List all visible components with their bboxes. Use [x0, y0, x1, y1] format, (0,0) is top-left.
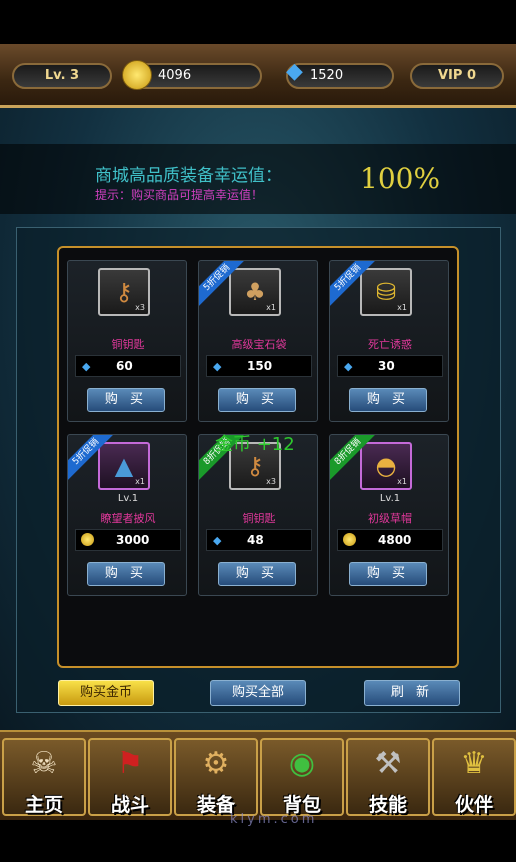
item-price: 3000 [116, 533, 150, 547]
buy-button[interactable]: 购 买 [218, 562, 296, 586]
gem-icon: ◆ [213, 534, 222, 547]
item-price: 60 [116, 359, 133, 373]
item-quantity: x1 [397, 477, 407, 486]
refresh-button[interactable]: 刷 新 [364, 680, 460, 706]
key-icon[interactable]: ⚷ x3 [98, 268, 150, 316]
gem-icon: ◆ [286, 59, 303, 84]
nav-tab[interactable]: ⚒ 技能 [346, 738, 430, 816]
buy-button[interactable]: 购 买 [349, 388, 427, 412]
item-price: 4800 [378, 533, 412, 547]
gem-bag-icon[interactable]: ♣ x1 [229, 268, 281, 316]
level-pill: Lv. 3 [12, 63, 112, 89]
item-quantity: x1 [397, 303, 407, 312]
item-quantity: x3 [135, 303, 145, 312]
shop-item-card: ◓ x1 Lv.1 初级草帽 4800 购 买 8折促销 [329, 434, 449, 596]
shop-item-card: ♣ x1 高级宝石袋 ◆ 150 购 买 5折促销 [198, 260, 318, 422]
gold-pill: 4096 [122, 60, 262, 90]
vip-text: VIP 0 [438, 68, 476, 83]
item-quantity: x1 [135, 477, 145, 486]
item-name: 瞭望者披风 [100, 512, 156, 525]
gem-icon: ◆ [82, 360, 91, 373]
item-name: 高级宝石袋 [231, 338, 287, 351]
item-level: Lv.1 [379, 493, 401, 504]
item-name: 初级草帽 [368, 512, 412, 525]
nav-tab-label: 技能 [368, 794, 407, 816]
buy-button[interactable]: 购 买 [349, 562, 427, 586]
nav-tab[interactable]: ⚙ 装备 [174, 738, 258, 816]
gem-icon: ◆ [213, 360, 222, 373]
cloak-icon[interactable]: ▲ x1 [98, 442, 150, 490]
luck-value: 100% [360, 162, 441, 195]
item-name: 死亡诱惑 [368, 338, 412, 351]
watermark: klym.com [230, 812, 318, 827]
luck-panel: 商城高品质装备幸运值： 提示：购买商品可提高幸运值！ 100% [0, 144, 516, 214]
item-price: 150 [247, 359, 273, 373]
pirate-flag-icon: ⚑ [116, 746, 144, 781]
top-black-bar [0, 0, 516, 44]
item-name: 铜钥匙 [111, 338, 145, 351]
item-price-box: ◆ 60 [75, 355, 181, 377]
item-price-box: ◆ 30 [337, 355, 443, 377]
bottom-nav: ☠ 主页 ⚑ 战斗 ⚙ 装备 ◉ 背包 ⚒ 技能 ♛ 伙伴 [0, 730, 516, 820]
nav-tab[interactable]: ⚑ 战斗 [88, 738, 172, 816]
gem-pill: ◆ 1520 [286, 59, 394, 89]
gem-amount: 1520 [310, 68, 344, 83]
buy-gold-button[interactable]: 购买金币 [58, 680, 154, 706]
skull-hat-icon: ☠ [30, 746, 58, 781]
shop-item-card: ⚷ x3 铜钥匙 ◆ 48 购 买 8折促销 [198, 434, 318, 596]
hammer-icon: ⚒ [374, 746, 402, 781]
nav-tab-label: 主页 [24, 794, 63, 816]
gold-amount: 4096 [158, 68, 192, 83]
bag-icon: ◉ [288, 746, 316, 781]
buy-button[interactable]: 购 买 [87, 562, 165, 586]
treasure-icon[interactable]: ⛁ x1 [360, 268, 412, 316]
gold-coin-icon [122, 60, 152, 90]
nav-tab[interactable]: ☠ 主页 [2, 738, 86, 816]
nav-tab[interactable]: ♛ 伙伴 [432, 738, 516, 816]
shop-item-card: ⛁ x1 死亡诱惑 ◆ 30 购 买 5折促销 [329, 260, 449, 422]
shop-item-card: ⚷ x3 铜钥匙 ◆ 60 购 买 [67, 260, 187, 422]
floating-gold-text: 金币 +12 [215, 434, 295, 455]
item-price-box: 4800 [337, 529, 443, 551]
item-price-box: ◆ 150 [206, 355, 312, 377]
item-price-box: 3000 [75, 529, 181, 551]
buy-all-button[interactable]: 购买全部 [210, 680, 306, 706]
nav-tab-label: 伙伴 [454, 794, 493, 816]
gold-coin-icon [81, 533, 94, 546]
item-name: 铜钥匙 [242, 512, 276, 525]
shop-item-card: ▲ x1 Lv.1 瞭望者披风 3000 购 买 5折促销 [67, 434, 187, 596]
straw-hat-icon[interactable]: ◓ x1 [360, 442, 412, 490]
equipment-icon: ⚙ [202, 746, 230, 781]
item-quantity: x3 [266, 477, 276, 486]
buy-button[interactable]: 购 买 [87, 388, 165, 412]
item-price-box: ◆ 48 [206, 529, 312, 551]
item-level: Lv.1 [117, 493, 139, 504]
item-quantity: x1 [266, 303, 276, 312]
nav-tab-label: 战斗 [110, 794, 149, 816]
status-bar: Lv. 3 4096 ◆ 1520 VIP 0 [0, 44, 516, 108]
nav-tab[interactable]: ◉ 背包 [260, 738, 344, 816]
vip-pill[interactable]: VIP 0 [410, 63, 504, 89]
gold-coin-icon [343, 533, 356, 546]
buy-button[interactable]: 购 买 [218, 388, 296, 412]
item-price: 48 [247, 533, 264, 547]
luck-hint: 提示：购买商品可提高幸运值！ [95, 188, 264, 202]
luck-title: 商城高品质装备幸运值： [95, 166, 282, 186]
partner-icon: ♛ [460, 746, 488, 781]
item-price: 30 [378, 359, 395, 373]
level-text: Lv. 3 [44, 68, 80, 83]
gem-icon: ◆ [344, 360, 353, 373]
